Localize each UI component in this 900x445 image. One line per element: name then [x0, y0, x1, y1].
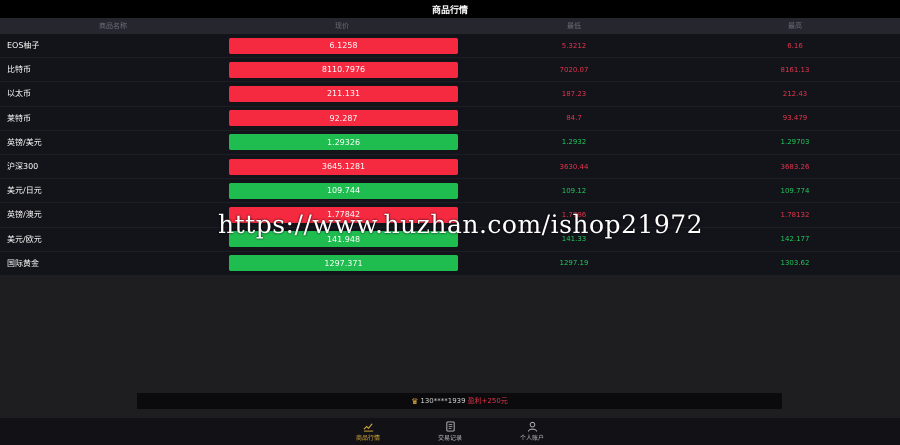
price-cell: 8110.7976 — [226, 61, 458, 78]
crown-icon: ♛ — [411, 396, 419, 406]
page-title: 商品行情 — [431, 5, 468, 16]
price-cell: 1.29326 — [226, 134, 458, 151]
price-button[interactable]: 6.1258 — [229, 37, 458, 54]
nav-tab-account[interactable]: 个人账户 — [491, 418, 573, 445]
instrument-name: 以太币 — [7, 89, 31, 99]
price-button[interactable]: 1.77842 — [229, 206, 458, 223]
low-value: 7020.07 — [559, 65, 589, 74]
high-value: 1.29703 — [780, 138, 810, 147]
price-cell: 211.131 — [226, 85, 458, 102]
price-cell: 92.287 — [226, 110, 458, 127]
table-row[interactable]: 以太币 211.131 187.23 212.43 — [0, 82, 900, 107]
high-value: 3683.26 — [780, 162, 810, 171]
table-row[interactable]: 美元/日元 109.744 109.12 109.774 — [0, 179, 900, 204]
high-value: 109.774 — [780, 186, 810, 195]
low-value: 141.33 — [561, 235, 587, 244]
price-button[interactable]: 141.948 — [229, 231, 458, 248]
ticker-profit: 盈利+250元 — [467, 397, 508, 405]
nav-tab-label: 个人账户 — [519, 435, 544, 442]
price-button[interactable]: 1297.371 — [229, 255, 458, 272]
low-value: 1297.19 — [559, 259, 589, 268]
table-row[interactable]: 国际黄金 1297.371 1297.19 1303.62 — [0, 251, 900, 276]
nav-tab-label: 商品行情 — [355, 435, 380, 442]
low-value: 109.12 — [561, 186, 587, 195]
table-row[interactable]: 沪深300 3645.1281 3630.44 3683.26 — [0, 154, 900, 180]
price-cell: 1.77842 — [226, 206, 458, 223]
low-value: 1.7786 — [561, 210, 587, 219]
high-value: 93.479 — [782, 114, 808, 123]
document-icon — [445, 421, 455, 432]
bottom-nav: 商品行情 交易记录 个人账户 — [0, 418, 900, 445]
instrument-name: 美元/欧元 — [7, 234, 42, 244]
instrument-name: 英镑/澳元 — [7, 210, 42, 220]
nav-tab-records[interactable]: 交易记录 — [409, 418, 491, 445]
top-bar: 商品行情 — [0, 0, 900, 18]
column-header-price: 现价 — [335, 22, 349, 30]
instrument-name: 比特币 — [7, 65, 31, 75]
low-value: 84.7 — [566, 114, 582, 123]
price-button[interactable]: 1.29326 — [229, 134, 458, 151]
table-header: 商品名称 现价 最低 最高 — [0, 18, 900, 34]
ticker-user: 130****1939 — [420, 397, 466, 405]
instrument-name: 美元/日元 — [7, 186, 42, 196]
price-cell: 6.1258 — [226, 37, 458, 54]
high-value: 1.78132 — [780, 210, 810, 219]
instrument-name: 英镑/美元 — [7, 137, 42, 147]
high-value: 142.177 — [780, 235, 810, 244]
quote-table: EOS柚子 6.1258 5.3212 6.16 比特币 8110.7976 7020.07… — [0, 34, 900, 276]
column-header-high: 最高 — [788, 22, 802, 30]
instrument-name: 国际黄金 — [7, 258, 39, 268]
instrument-name: EOS柚子 — [7, 41, 40, 51]
table-row[interactable]: 比特币 8110.7976 7020.07 8161.13 — [0, 58, 900, 83]
table-row[interactable]: 英镑/美元 1.29326 1.2932 1.29703 — [0, 130, 900, 155]
low-value: 5.3212 — [561, 41, 587, 50]
table-row[interactable]: 英镑/澳元 1.77842 1.7786 1.78132 — [0, 203, 900, 228]
low-value: 187.23 — [561, 89, 587, 98]
low-value: 1.2932 — [561, 138, 587, 147]
price-button[interactable]: 109.744 — [229, 182, 458, 199]
table-row[interactable]: EOS柚子 6.1258 5.3212 6.16 — [0, 34, 900, 59]
price-button[interactable]: 8110.7976 — [229, 61, 458, 78]
user-icon — [527, 421, 537, 432]
chart-icon — [363, 423, 373, 432]
table-row[interactable]: 莱特币 92.287 84.7 93.479 — [0, 106, 900, 131]
price-cell: 3645.1281 — [226, 158, 458, 175]
table-row[interactable]: 美元/欧元 141.948 141.33 142.177 — [0, 227, 900, 252]
price-cell: 141.948 — [226, 231, 458, 248]
price-button[interactable]: 211.131 — [229, 85, 458, 102]
column-header-low: 最低 — [567, 22, 581, 30]
high-value: 6.16 — [787, 41, 803, 50]
high-value: 1303.62 — [780, 259, 810, 268]
price-button[interactable]: 3645.1281 — [229, 158, 458, 175]
low-value: 3630.44 — [559, 162, 589, 171]
column-header-name: 商品名称 — [99, 22, 127, 30]
price-button[interactable]: 92.287 — [229, 110, 458, 127]
instrument-name: 沪深300 — [7, 162, 39, 172]
nav-tab-label: 交易记录 — [437, 435, 462, 442]
price-cell: 109.744 — [226, 182, 458, 199]
high-value: 212.43 — [782, 89, 808, 98]
winner-ticker: ♛ 130****1939 盈利+250元 — [137, 393, 782, 409]
price-cell: 1297.371 — [226, 255, 458, 272]
nav-tab-market[interactable]: 商品行情 — [327, 418, 409, 445]
instrument-name: 莱特币 — [7, 113, 31, 123]
high-value: 8161.13 — [780, 65, 810, 74]
